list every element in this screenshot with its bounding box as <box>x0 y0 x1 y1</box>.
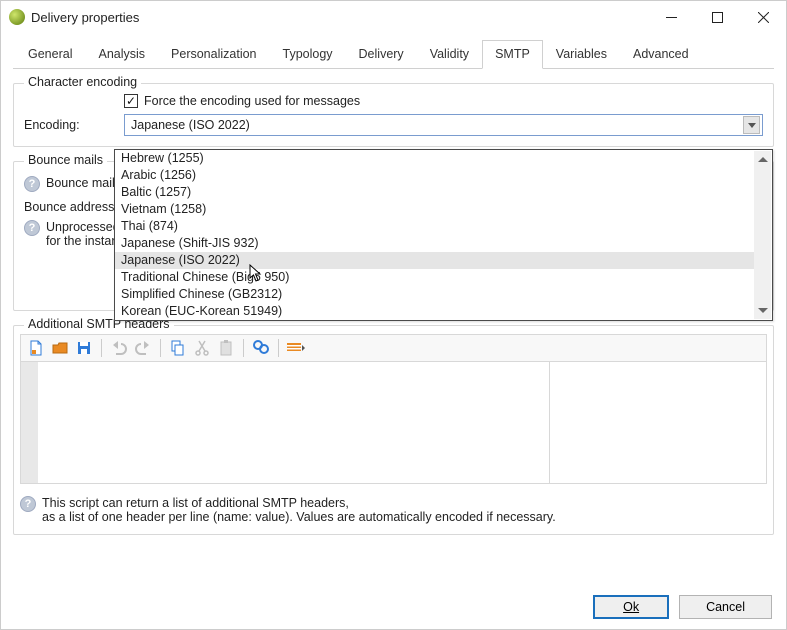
tab-general[interactable]: General <box>15 40 85 69</box>
open-icon[interactable] <box>51 339 69 357</box>
tab-validity[interactable]: Validity <box>417 40 482 69</box>
tab-analysis[interactable]: Analysis <box>85 40 158 69</box>
tab-smtp[interactable]: SMTP <box>482 40 543 69</box>
find-icon[interactable] <box>252 339 270 357</box>
app-icon <box>9 9 25 25</box>
save-icon[interactable] <box>75 339 93 357</box>
unprocessed-text-1: Unprocessed <box>46 220 120 234</box>
smtp-headers-editor[interactable] <box>20 361 767 484</box>
scroll-down-icon[interactable] <box>754 302 771 319</box>
editor-gutter <box>21 362 38 483</box>
group-character-encoding: Character encoding Force the encoding us… <box>13 83 774 147</box>
file-icon[interactable] <box>27 339 45 357</box>
encoding-option[interactable]: Korean (EUC-Korean 51949) <box>115 303 755 320</box>
maximize-button[interactable] <box>694 2 740 32</box>
tab-bar: GeneralAnalysisPersonalizationTypologyDe… <box>13 39 774 69</box>
tab-variables[interactable]: Variables <box>543 40 620 69</box>
help-icon[interactable]: ? <box>24 176 40 192</box>
encoding-option[interactable]: Simplified Chinese (GB2312) <box>115 286 755 303</box>
unprocessed-text-2: for the instan <box>46 234 120 248</box>
encoding-option[interactable]: Vietnam (1258) <box>115 201 755 218</box>
redo-icon[interactable] <box>134 339 152 357</box>
encoding-option[interactable]: Thai (874) <box>115 218 755 235</box>
encoding-dropdown-list[interactable]: Hebrew (1255)Arabic (1256)Baltic (1257)V… <box>114 149 773 321</box>
editor-body[interactable] <box>38 362 550 483</box>
cancel-button[interactable]: Cancel <box>679 595 772 619</box>
tab-delivery[interactable]: Delivery <box>346 40 417 69</box>
encoding-option[interactable]: Japanese (Shift-JIS 932) <box>115 235 755 252</box>
encoding-select[interactable]: Japanese (ISO 2022) <box>124 114 763 136</box>
group-additional-smtp-headers: Additional SMTP headers <box>13 325 774 535</box>
encoding-option[interactable]: Hebrew (1255) <box>115 150 755 167</box>
undo-icon[interactable] <box>110 339 128 357</box>
force-encoding-checkbox[interactable] <box>124 94 138 108</box>
encoding-option[interactable]: Arabic (1256) <box>115 167 755 184</box>
chevron-down-icon[interactable] <box>743 116 760 134</box>
legend-bounce-mails: Bounce mails <box>24 153 107 167</box>
encoding-option[interactable]: Japanese (ISO 2022) <box>115 252 755 269</box>
window-title: Delivery properties <box>31 10 648 25</box>
tab-advanced[interactable]: Advanced <box>620 40 702 69</box>
scrollbar[interactable] <box>754 151 771 319</box>
copy-icon[interactable] <box>169 339 187 357</box>
encoding-option[interactable]: Baltic (1257) <box>115 184 755 201</box>
help-icon[interactable]: ? <box>20 496 36 512</box>
scroll-up-icon[interactable] <box>754 151 771 168</box>
minimize-button[interactable] <box>648 2 694 32</box>
paste-icon[interactable] <box>217 339 235 357</box>
cut-icon[interactable] <box>193 339 211 357</box>
close-button[interactable] <box>740 2 786 32</box>
footer-note-line2: as a list of one header per line (name: … <box>42 510 556 524</box>
bounce-address-label: Bounce address: <box>24 200 118 214</box>
help-icon[interactable]: ? <box>24 220 40 236</box>
force-encoding-label: Force the encoding used for messages <box>144 94 360 108</box>
bounce-management-label: Bounce mails <box>46 176 121 190</box>
encoding-selected-value: Japanese (ISO 2022) <box>131 118 250 132</box>
footer-note-line1: This script can return a list of additio… <box>42 496 556 510</box>
group-bounce-mails: Bounce mails ? Bounce mails Bounce addre… <box>13 161 774 311</box>
editor-toolbar <box>20 334 767 361</box>
tab-personalization[interactable]: Personalization <box>158 40 269 69</box>
encoding-option[interactable]: Traditional Chinese (Big5 950) <box>115 269 755 286</box>
legend-character-encoding: Character encoding <box>24 75 141 89</box>
tab-typology[interactable]: Typology <box>270 40 346 69</box>
editor-right-pane <box>550 362 766 483</box>
ok-button[interactable]: Ok <box>593 595 669 619</box>
highlight-icon[interactable] <box>287 339 305 357</box>
encoding-label: Encoding: <box>24 118 116 132</box>
